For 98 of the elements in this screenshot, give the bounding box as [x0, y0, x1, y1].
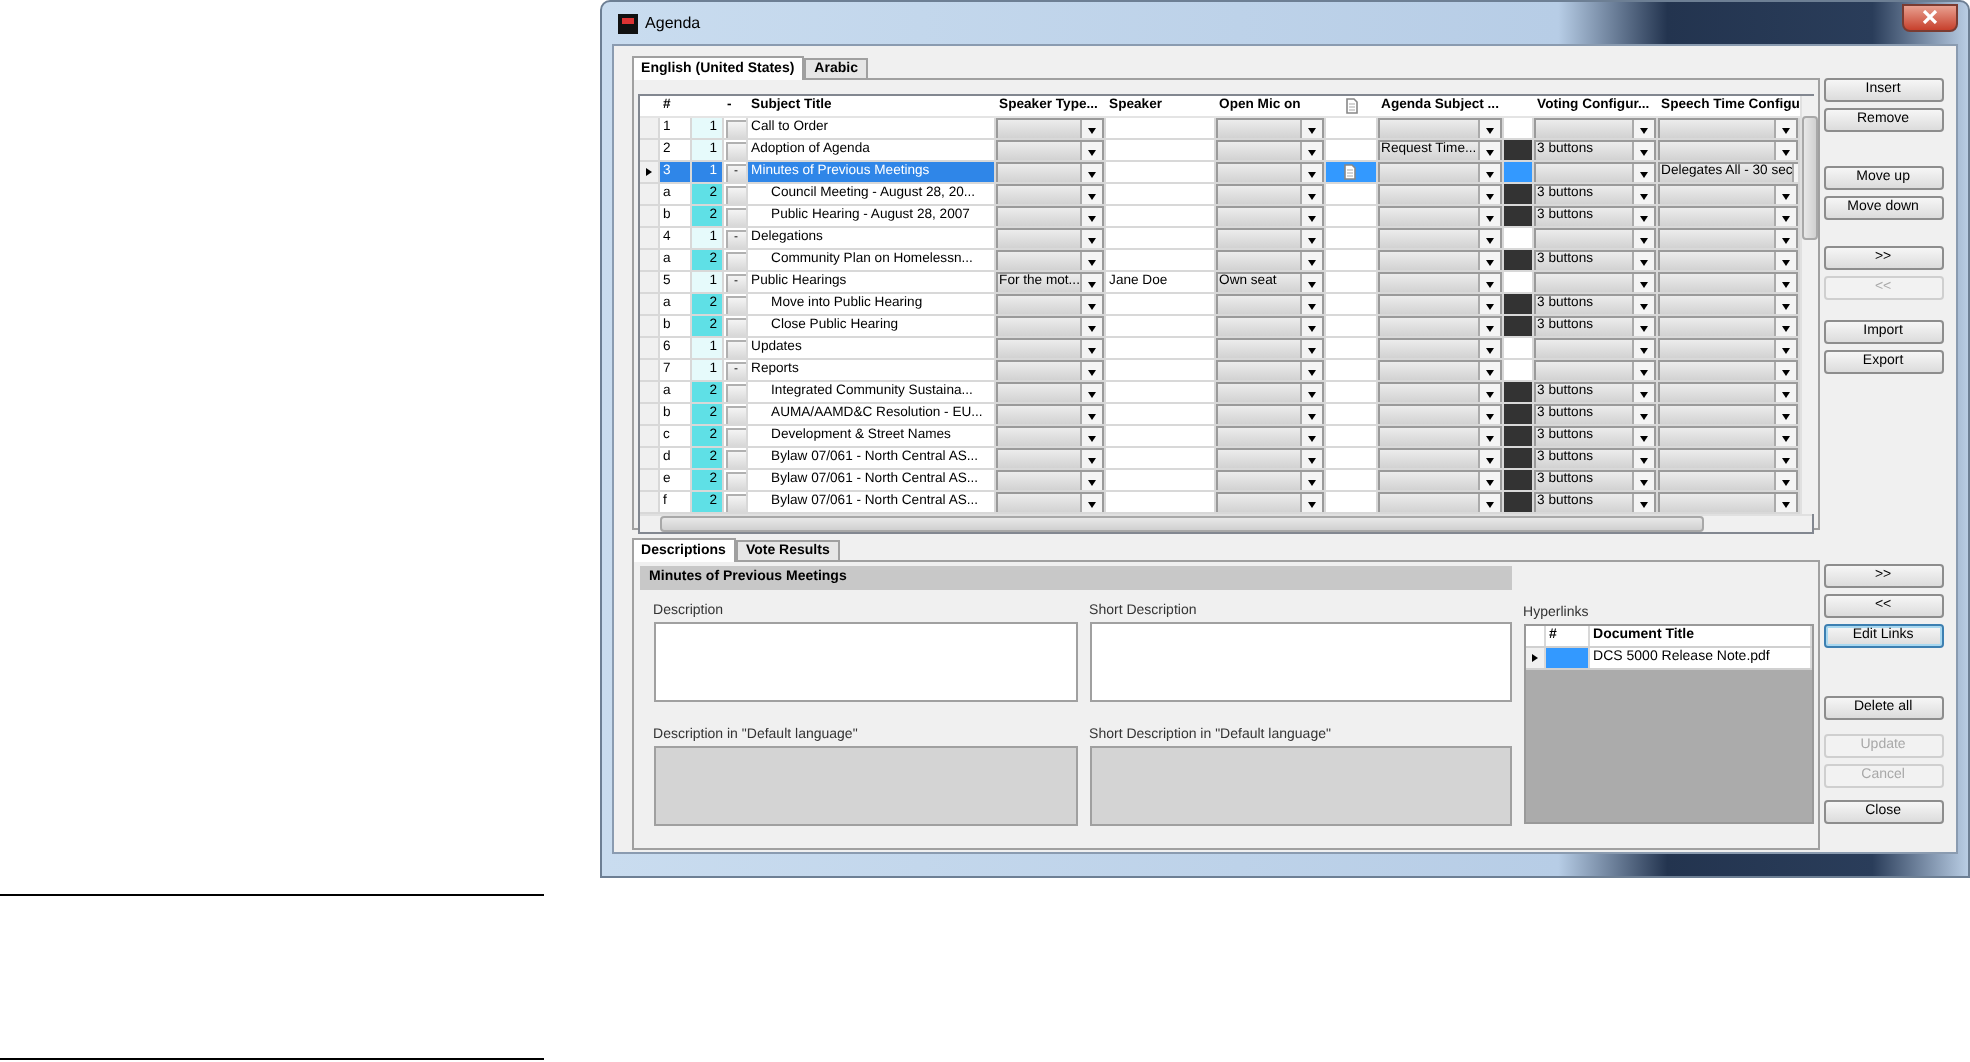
dropdown[interactable] [1657, 272, 1798, 292]
dropdown[interactable] [1377, 338, 1502, 358]
dropdown[interactable] [1215, 140, 1324, 160]
dropdown[interactable] [1657, 426, 1798, 446]
dropdown[interactable] [995, 228, 1104, 248]
close-icon [1922, 10, 1938, 24]
expand-button[interactable] [725, 296, 746, 314]
horizontal-scrollbar[interactable] [639, 514, 1812, 532]
expand-button[interactable] [725, 120, 746, 138]
dropdown[interactable] [1533, 360, 1656, 380]
dropdown[interactable] [995, 360, 1104, 380]
dropdown[interactable] [1215, 492, 1324, 512]
dropdown[interactable] [1657, 470, 1798, 490]
dropdown[interactable] [995, 206, 1104, 226]
dropdown[interactable] [995, 338, 1104, 358]
expand-button[interactable] [725, 186, 746, 204]
expand-button[interactable] [725, 208, 746, 226]
text-area[interactable] [1089, 622, 1512, 702]
dropdown[interactable] [1215, 294, 1324, 314]
window-title: Agenda [645, 14, 701, 32]
dropdown[interactable] [1657, 316, 1798, 336]
dropdown[interactable] [1657, 294, 1798, 314]
dropdown[interactable] [1657, 118, 1798, 138]
dropdown[interactable] [1657, 492, 1798, 512]
dropdown[interactable] [1377, 470, 1502, 490]
dropdown[interactable] [1215, 404, 1324, 424]
dropdown[interactable] [1377, 382, 1502, 402]
dropdown[interactable] [1533, 272, 1656, 292]
dropdown[interactable] [1657, 184, 1798, 204]
dropdown[interactable] [1377, 404, 1502, 424]
dropdown[interactable] [1377, 448, 1502, 468]
dropdown[interactable] [1657, 382, 1798, 402]
dropdown[interactable] [1377, 184, 1502, 204]
dropdown[interactable] [1657, 228, 1798, 248]
expand-button[interactable] [725, 450, 746, 468]
dropdown[interactable] [1215, 426, 1324, 446]
dropdown[interactable] [1215, 250, 1324, 270]
expand-button[interactable] [725, 494, 746, 512]
app-icon [617, 13, 638, 33]
dropdown[interactable] [1377, 118, 1502, 138]
dropdown[interactable] [1215, 470, 1324, 490]
text-area[interactable] [653, 622, 1078, 702]
dropdown[interactable] [1657, 206, 1798, 226]
dropdown[interactable] [1215, 228, 1324, 248]
dropdown[interactable] [1215, 206, 1324, 226]
dropdown[interactable] [995, 470, 1104, 490]
dropdown[interactable] [1377, 272, 1502, 292]
dropdown[interactable] [995, 250, 1104, 270]
dropdown[interactable] [1215, 360, 1324, 380]
expand-button[interactable] [725, 252, 746, 270]
dropdown[interactable] [1657, 338, 1798, 358]
dropdown[interactable] [1657, 404, 1798, 424]
dropdown[interactable] [1377, 294, 1502, 314]
expand-button[interactable] [725, 472, 746, 490]
dropdown[interactable] [1657, 360, 1798, 380]
dropdown[interactable] [1215, 382, 1324, 402]
dropdown[interactable] [995, 162, 1104, 182]
dropdown[interactable] [995, 492, 1104, 512]
dropdown[interactable] [1215, 448, 1324, 468]
dropdown[interactable] [1657, 448, 1798, 468]
expand-button[interactable] [725, 406, 746, 424]
dropdown[interactable] [1215, 316, 1324, 336]
dropdown[interactable] [1657, 250, 1798, 270]
dropdown[interactable] [995, 426, 1104, 446]
document-icon [1344, 164, 1357, 180]
expand-button[interactable] [725, 142, 746, 160]
dropdown[interactable] [1377, 316, 1502, 336]
dropdown[interactable] [1533, 338, 1656, 358]
dropdown[interactable] [1377, 250, 1502, 270]
dropdown[interactable] [1377, 228, 1502, 248]
expand-button[interactable] [725, 428, 746, 446]
dropdown[interactable] [1215, 162, 1324, 182]
dropdown[interactable] [1533, 162, 1656, 182]
row-header[interactable] [639, 162, 660, 184]
dropdown[interactable] [1377, 360, 1502, 380]
dropdown[interactable] [1657, 140, 1798, 160]
dropdown[interactable] [1533, 118, 1656, 138]
dropdown[interactable] [1377, 206, 1502, 226]
dropdown[interactable] [995, 184, 1104, 204]
dropdown[interactable] [1215, 338, 1324, 358]
dropdown[interactable] [995, 404, 1104, 424]
dropdown[interactable] [1377, 426, 1502, 446]
dropdown[interactable] [1215, 118, 1324, 138]
expand-button[interactable] [725, 384, 746, 402]
dropdown[interactable] [995, 448, 1104, 468]
dropdown[interactable] [1377, 492, 1502, 512]
expand-button[interactable] [725, 318, 746, 336]
dropdown[interactable] [995, 118, 1104, 138]
dropdown[interactable] [1377, 162, 1502, 182]
dropdown[interactable] [1215, 184, 1324, 204]
dropdown[interactable] [995, 316, 1104, 336]
dropdown[interactable] [1533, 228, 1656, 248]
dropdown[interactable] [995, 294, 1104, 314]
dropdown[interactable] [995, 382, 1104, 402]
expand-button[interactable] [725, 340, 746, 358]
dropdown[interactable] [995, 140, 1104, 160]
row-header[interactable] [1525, 648, 1546, 668]
close-button[interactable] [1902, 3, 1958, 31]
